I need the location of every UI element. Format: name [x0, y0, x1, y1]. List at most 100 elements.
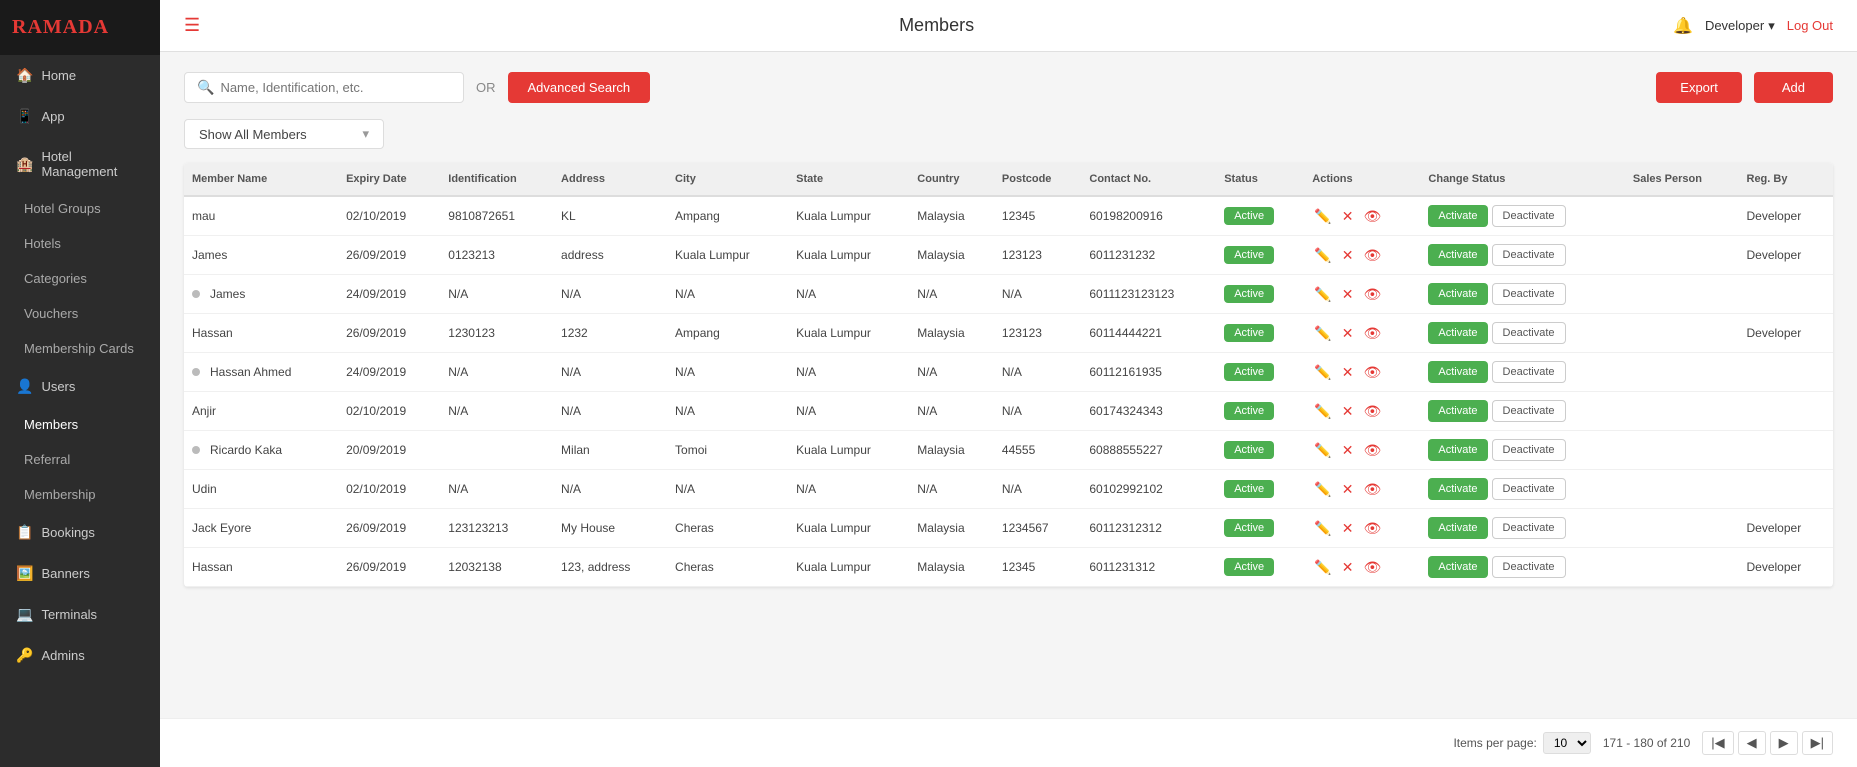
deactivate-button[interactable]: Deactivate	[1492, 439, 1566, 461]
cell-status: Active	[1216, 236, 1304, 275]
edit-button[interactable]: ✏️	[1312, 557, 1333, 578]
view-button[interactable]: 👁	[1361, 557, 1383, 578]
delete-button[interactable]: ✕	[1340, 362, 1356, 383]
view-button[interactable]: 👁	[1361, 206, 1383, 227]
prev-page-button[interactable]: ◀	[1738, 731, 1766, 755]
edit-button[interactable]: ✏️	[1312, 440, 1333, 461]
cell-status: Active	[1216, 275, 1304, 314]
sidebar-item-bookings[interactable]: 📋 Bookings	[0, 512, 160, 553]
deactivate-button[interactable]: Deactivate	[1492, 400, 1566, 422]
sidebar-item-admins[interactable]: 🔑 Admins	[0, 635, 160, 676]
notification-icon[interactable]: 🔔	[1673, 16, 1693, 36]
view-button[interactable]: 👁	[1361, 284, 1383, 305]
activate-button[interactable]: Activate	[1428, 244, 1487, 266]
search-input[interactable]	[220, 80, 451, 95]
user-menu[interactable]: Developer ▾	[1705, 18, 1775, 34]
table-row: Ricardo Kaka 20/09/2019MilanTomoiKuala L…	[184, 431, 1833, 470]
delete-button[interactable]: ✕	[1340, 401, 1356, 422]
per-page-select[interactable]: 10 25 50	[1543, 732, 1591, 754]
delete-button[interactable]: ✕	[1340, 479, 1356, 500]
table-row: Hassan 26/09/201912032138123, addressChe…	[184, 548, 1833, 587]
deactivate-button[interactable]: Deactivate	[1492, 556, 1566, 578]
edit-button[interactable]: ✏️	[1312, 362, 1333, 383]
activate-button[interactable]: Activate	[1428, 517, 1487, 539]
sidebar-item-terminals[interactable]: 💻 Terminals	[0, 594, 160, 635]
delete-button[interactable]: ✕	[1340, 206, 1356, 227]
view-button[interactable]: 👁	[1361, 323, 1383, 344]
terminals-icon: 💻	[16, 606, 33, 623]
sidebar-item-referral[interactable]: Referral	[0, 442, 160, 477]
deactivate-button[interactable]: Deactivate	[1492, 322, 1566, 344]
filter-dropdown[interactable]: Show All Members ▾	[184, 119, 384, 149]
deactivate-button[interactable]: Deactivate	[1492, 361, 1566, 383]
hamburger-icon[interactable]: ☰	[184, 15, 200, 36]
edit-button[interactable]: ✏️	[1312, 479, 1333, 500]
activate-button[interactable]: Activate	[1428, 400, 1487, 422]
edit-button[interactable]: ✏️	[1312, 401, 1333, 422]
deactivate-button[interactable]: Deactivate	[1492, 517, 1566, 539]
edit-button[interactable]: ✏️	[1312, 284, 1333, 305]
sidebar-item-membership[interactable]: Membership	[0, 477, 160, 512]
first-page-button[interactable]: |◀	[1702, 731, 1733, 755]
last-page-button[interactable]: ▶|	[1802, 731, 1833, 755]
delete-button[interactable]: ✕	[1340, 245, 1356, 266]
cell-country: N/A	[909, 275, 994, 314]
view-button[interactable]: 👁	[1361, 518, 1383, 539]
next-page-button[interactable]: ▶	[1770, 731, 1798, 755]
sidebar-item-vouchers[interactable]: Vouchers	[0, 296, 160, 331]
view-button[interactable]: 👁	[1361, 440, 1383, 461]
activate-button[interactable]: Activate	[1428, 556, 1487, 578]
edit-button[interactable]: ✏️	[1312, 518, 1333, 539]
deactivate-button[interactable]: Deactivate	[1492, 283, 1566, 305]
sidebar-item-app[interactable]: 📱 App	[0, 96, 160, 137]
sidebar-item-membership-cards[interactable]: Membership Cards	[0, 331, 160, 366]
view-button[interactable]: 👁	[1361, 401, 1383, 422]
activate-button[interactable]: Activate	[1428, 283, 1487, 305]
delete-button[interactable]: ✕	[1340, 518, 1356, 539]
activate-button[interactable]: Activate	[1428, 439, 1487, 461]
activate-button[interactable]: Activate	[1428, 205, 1487, 227]
delete-button[interactable]: ✕	[1340, 323, 1356, 344]
sidebar-item-hotel-management[interactable]: 🏨 Hotel Management	[0, 137, 160, 191]
logout-button[interactable]: Log Out	[1787, 18, 1833, 33]
edit-button[interactable]: ✏️	[1312, 323, 1333, 344]
table-row: James 26/09/20190123213addressKuala Lump…	[184, 236, 1833, 275]
deactivate-button[interactable]: Deactivate	[1492, 478, 1566, 500]
sidebar-item-banners[interactable]: 🖼️ Banners	[0, 553, 160, 594]
sidebar-item-users[interactable]: 👤 Users	[0, 366, 160, 407]
delete-button[interactable]: ✕	[1340, 284, 1356, 305]
cell-actions: ✏️ ✕ 👁	[1304, 196, 1420, 236]
cell-member-name: Hassan	[184, 314, 338, 353]
delete-button[interactable]: ✕	[1340, 557, 1356, 578]
advanced-search-button[interactable]: Advanced Search	[508, 72, 651, 103]
delete-button[interactable]: ✕	[1340, 440, 1356, 461]
cell-postcode: 123123	[994, 314, 1081, 353]
sidebar-item-hotel-groups[interactable]: Hotel Groups	[0, 191, 160, 226]
sidebar-label-home: Home	[41, 68, 76, 83]
activate-button[interactable]: Activate	[1428, 478, 1487, 500]
edit-button[interactable]: ✏️	[1312, 245, 1333, 266]
cell-actions: ✏️ ✕ 👁	[1304, 353, 1420, 392]
member-name-text: mau	[192, 209, 215, 223]
edit-button[interactable]: ✏️	[1312, 206, 1333, 227]
view-button[interactable]: 👁	[1361, 362, 1383, 383]
export-button[interactable]: Export	[1656, 72, 1742, 103]
sidebar-item-home[interactable]: 🏠 Home	[0, 55, 160, 96]
activate-button[interactable]: Activate	[1428, 361, 1487, 383]
cell-identification: 0123213	[440, 236, 553, 275]
header: ☰ Members 🔔 Developer ▾ Log Out	[160, 0, 1857, 52]
sidebar-label-terminals: Terminals	[41, 607, 97, 622]
deactivate-button[interactable]: Deactivate	[1492, 244, 1566, 266]
deactivate-button[interactable]: Deactivate	[1492, 205, 1566, 227]
col-status: Status	[1216, 163, 1304, 196]
view-button[interactable]: 👁	[1361, 245, 1383, 266]
cell-reg-by	[1739, 275, 1834, 314]
activate-button[interactable]: Activate	[1428, 322, 1487, 344]
sidebar-item-members[interactable]: Members	[0, 407, 160, 442]
sidebar-item-hotels[interactable]: Hotels	[0, 226, 160, 261]
sidebar-item-categories[interactable]: Categories	[0, 261, 160, 296]
cell-sales-person	[1625, 392, 1739, 431]
view-button[interactable]: 👁	[1361, 479, 1383, 500]
add-button[interactable]: Add	[1754, 72, 1833, 103]
admins-icon: 🔑	[16, 647, 33, 664]
